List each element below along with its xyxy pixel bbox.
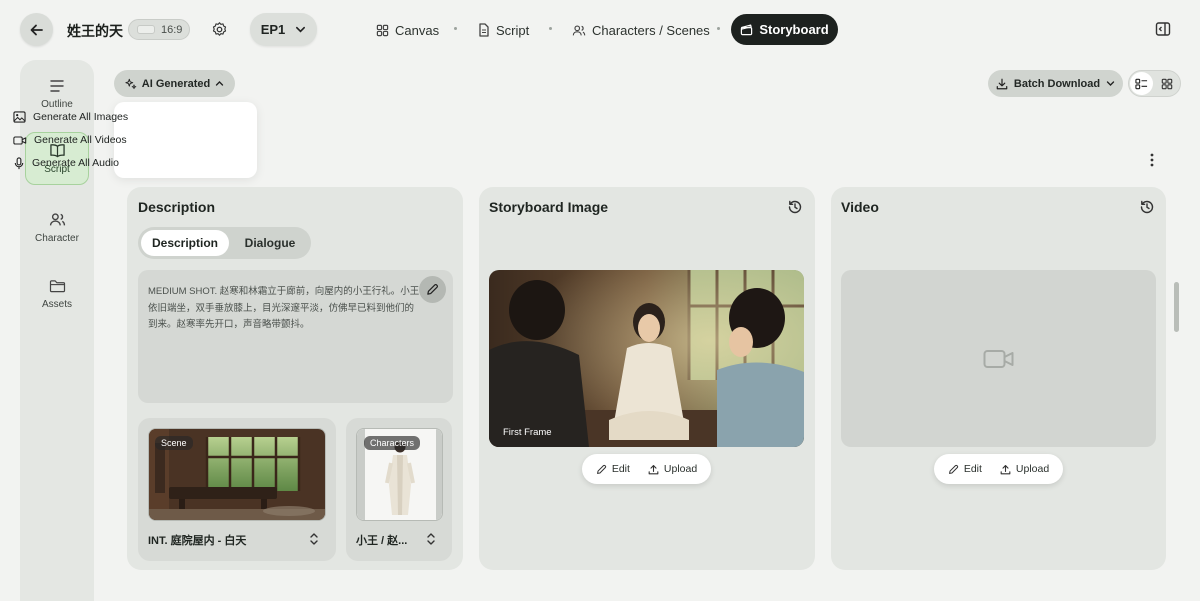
storyboard-edit-button[interactable]: Edit — [596, 463, 630, 475]
video-history-button[interactable] — [1139, 199, 1155, 215]
panel-toggle-button[interactable] — [1155, 21, 1171, 37]
storyboard-actions: Edit Upload — [582, 454, 711, 484]
sidebar-item-character[interactable]: Character — [25, 201, 89, 254]
sidebar-item-label: Assets — [41, 299, 72, 310]
characters-label: 小王 / 赵... — [356, 535, 408, 547]
document-icon — [479, 23, 489, 37]
storyboard-upload-button[interactable]: Upload — [648, 463, 697, 475]
menu-item-label: Generate All Images — [33, 111, 129, 123]
menu-item-label: Generate All Audio — [32, 157, 119, 169]
batch-download-label: Batch Download — [1013, 77, 1101, 90]
aspect-ratio-selector[interactable]: 16:9 — [128, 19, 190, 40]
tab-canvas-label: Canvas — [395, 22, 440, 38]
characters-switch-button[interactable] — [425, 532, 437, 546]
microphone-icon — [14, 156, 24, 169]
episode-label: EP1 — [260, 22, 286, 37]
gear-icon — [212, 22, 227, 36]
upload-icon — [648, 464, 659, 474]
storyboard-history-button[interactable] — [787, 199, 803, 215]
episode-selector[interactable]: EP1 — [250, 13, 317, 46]
tab-canvas[interactable]: Canvas — [376, 19, 439, 41]
ai-generated-label: AI Generated — [141, 77, 211, 90]
upload-icon — [1000, 464, 1011, 474]
tab-dialogue[interactable]: Dialogue — [232, 230, 308, 256]
back-button[interactable] — [20, 13, 53, 46]
first-frame-image — [489, 270, 804, 447]
pencil-icon — [596, 464, 606, 474]
edit-label: Edit — [611, 463, 630, 475]
download-icon — [996, 78, 1008, 89]
video-upload-button[interactable]: Upload — [1000, 463, 1049, 475]
scene-switch-button[interactable] — [308, 532, 320, 546]
tab-characters-scenes[interactable]: Characters / Scenes — [572, 19, 710, 41]
chevron-down-icon — [1106, 81, 1115, 86]
ai-generated-dropdown[interactable]: AI Generated — [114, 70, 235, 97]
more-options-button[interactable] — [1146, 152, 1158, 168]
tab-description[interactable]: Description — [141, 230, 229, 256]
menu-item-generate-audio[interactable]: Generate All Audio — [13, 153, 119, 173]
users-icon — [572, 24, 586, 35]
aspect-ratio-label: 16:9 — [161, 23, 183, 36]
image-icon — [13, 111, 26, 123]
pencil-icon — [427, 283, 439, 295]
nav-separator — [717, 27, 720, 30]
video-card-title: Video — [841, 199, 879, 215]
nav-separator — [549, 27, 552, 30]
chevron-up-down-icon — [427, 533, 435, 545]
list-icon — [50, 80, 64, 92]
project-title: 姓王的天 — [67, 23, 123, 39]
description-card-title: Description — [138, 199, 216, 215]
edit-description-button[interactable] — [419, 276, 446, 303]
menu-item-generate-images[interactable]: Generate All Images — [13, 107, 128, 127]
chevron-up-icon — [216, 81, 224, 86]
arrow-left-icon — [30, 24, 43, 35]
nav-separator — [454, 27, 457, 30]
more-vertical-icon — [1150, 153, 1154, 167]
sparkles-icon — [125, 78, 137, 89]
sidebar-item-assets[interactable]: Assets — [25, 268, 89, 321]
video-edit-button[interactable]: Edit — [948, 463, 982, 475]
scrollbar-thumb[interactable] — [1174, 282, 1179, 332]
chevron-down-icon — [296, 26, 306, 33]
aspect-ratio-icon — [137, 25, 155, 34]
chevron-up-down-icon — [310, 533, 318, 545]
characters-tag: Characters — [364, 436, 421, 450]
list-view-button[interactable] — [1130, 72, 1153, 95]
video-camera-icon — [983, 349, 1013, 368]
tab-storyboard[interactable]: Storyboard — [731, 14, 838, 45]
video-placeholder[interactable] — [841, 270, 1156, 447]
video-camera-icon — [13, 135, 27, 145]
batch-download-button[interactable]: Batch Download — [988, 70, 1123, 97]
tab-storyboard-label: Storyboard — [759, 22, 829, 37]
grid-view-button[interactable] — [1155, 72, 1178, 95]
pencil-icon — [948, 464, 958, 474]
tab-script-label: Script — [496, 22, 530, 38]
list-view-icon — [1135, 78, 1148, 89]
storyboard-card-title: Storyboard Image — [489, 199, 609, 215]
settings-button[interactable] — [211, 21, 228, 38]
edit-label: Edit — [963, 463, 982, 475]
sidebar-item-label: Character — [35, 232, 79, 244]
description-text: MEDIUM SHOT. 赵寒和林霜立于廊前，向屋内的小王行礼。小王依旧端坐，双… — [148, 286, 420, 330]
history-icon — [788, 200, 802, 214]
scene-label: INT. 庭院屋内 - 白天 — [148, 535, 247, 547]
upload-label: Upload — [1015, 463, 1050, 475]
clapperboard-icon — [741, 24, 753, 36]
tab-script[interactable]: Script — [478, 19, 529, 41]
grid-view-icon — [1161, 78, 1172, 89]
history-icon — [1140, 200, 1154, 214]
video-actions: Edit Upload — [934, 454, 1063, 484]
grid-icon — [376, 24, 389, 36]
storyboard-frame-image[interactable] — [489, 270, 804, 447]
scene-tag: Scene — [155, 436, 193, 450]
menu-item-label: Generate All Videos — [34, 134, 127, 146]
first-frame-label: First Frame — [503, 427, 552, 438]
tab-characters-scenes-label: Characters / Scenes — [592, 22, 710, 38]
users-icon — [49, 212, 65, 225]
folder-icon — [49, 280, 65, 293]
ai-generate-menu — [114, 102, 257, 178]
upload-label: Upload — [663, 463, 698, 475]
sidebar-panel-icon — [1155, 22, 1171, 36]
menu-item-generate-videos[interactable]: Generate All Videos — [13, 130, 127, 150]
